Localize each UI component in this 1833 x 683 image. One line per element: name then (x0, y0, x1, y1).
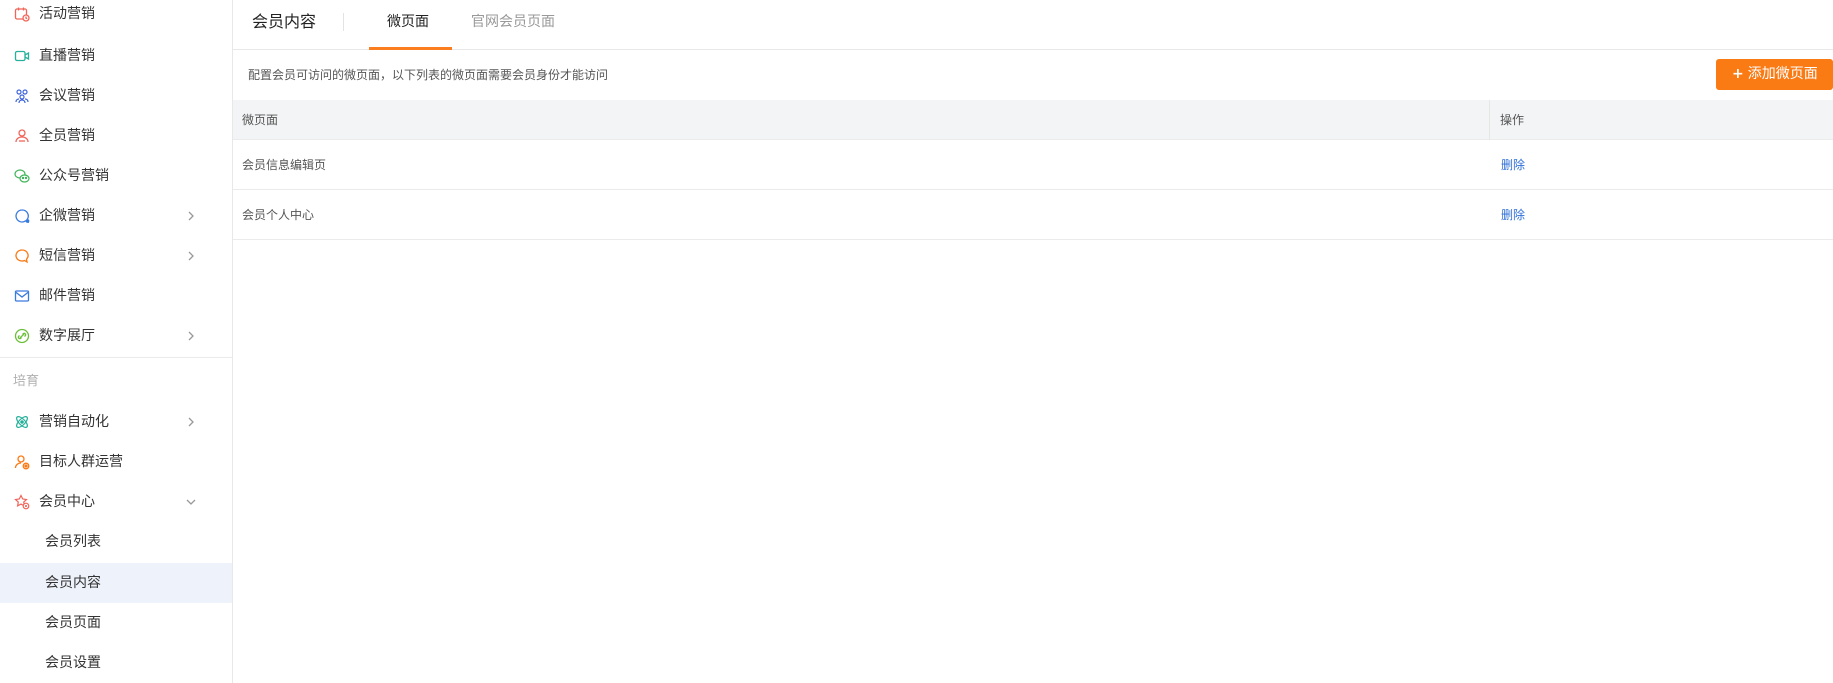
sidebar-item-sms-marketing[interactable]: 短信营销 (0, 236, 232, 276)
sidebar-item-label: 邮件营销 (39, 288, 95, 304)
chevron-right-icon (188, 417, 194, 427)
tab-micro-page[interactable]: 微页面 (387, 13, 429, 31)
main-content: 会员内容 微页面 官网会员页面 配置会员可访问的微页面，以下列表的微页面需要会员… (233, 0, 1833, 683)
sidebar-item-official-account-marketing[interactable]: 公众号营销 (0, 156, 232, 196)
sidebar-subitem-member-settings[interactable]: 会员设置 (0, 643, 232, 683)
chat-bubble-icon (15, 209, 30, 224)
table-header: 微页面 操作 (233, 100, 1833, 140)
add-micro-page-button[interactable]: + 添加微页面 (1716, 59, 1833, 90)
sidebar-item-member-center[interactable]: 会员中心 (0, 482, 232, 522)
sidebar-item-marketing-automation[interactable]: 营销自动化 (0, 402, 232, 442)
sidebar-subitem-member-list[interactable]: 会员列表 (0, 522, 232, 562)
plus-icon: + (1732, 66, 1744, 82)
sidebar-item-label: 目标人群运营 (39, 454, 123, 470)
sidebar-item-email-marketing[interactable]: 邮件营销 (0, 276, 232, 316)
table-row: 会员个人中心 删除 (233, 190, 1833, 240)
sidebar-item-activity-marketing[interactable]: 活动营销 (0, 0, 232, 34)
calendar-icon (14, 7, 30, 22)
chevron-right-icon (188, 251, 194, 261)
sidebar-item-target-audience[interactable]: 目标人群运营 (0, 442, 232, 482)
star-badge-icon (14, 494, 30, 510)
sidebar-item-label: 会员中心 (39, 494, 95, 510)
sidebar-item-all-staff-marketing[interactable]: 全员营销 (0, 116, 232, 156)
sidebar-item-live-marketing[interactable]: 直播营销 (0, 36, 232, 76)
table-row: 会员信息编辑页 删除 (233, 140, 1833, 190)
page-title: 会员内容 (252, 12, 317, 31)
add-button-label: 添加微页面 (1747, 66, 1818, 82)
sidebar-item-digital-hall[interactable]: 数字展厅 (0, 316, 232, 356)
micro-page-name: 会员信息编辑页 (242, 158, 327, 172)
sidebar-subitem-member-pages[interactable]: 会员页面 (0, 603, 232, 643)
page-hint: 配置会员可访问的微页面，以下列表的微页面需要会员身份才能访问 (248, 68, 609, 82)
chevron-right-icon (188, 211, 194, 221)
app-root: 活动营销 直播营销 会议营销 全员营销 公众号营销 企微营销 短信营销 邮件营销… (0, 0, 1833, 683)
title-separator (343, 13, 344, 31)
header-bar: 会员内容 微页面 官网会员页面 (233, 0, 1833, 50)
sidebar: 活动营销 直播营销 会议营销 全员营销 公众号营销 企微营销 短信营销 邮件营销… (0, 0, 233, 683)
chevron-right-icon (188, 331, 194, 341)
message-icon (15, 249, 29, 264)
sidebar-item-label: 数字展厅 (39, 328, 95, 344)
sidebar-item-label: 活动营销 (39, 6, 95, 22)
micro-page-name: 会员个人中心 (242, 208, 315, 222)
sidebar-item-label: 企微营销 (39, 208, 95, 224)
sidebar-item-wecom-marketing[interactable]: 企微营销 (0, 196, 232, 236)
sidebar-subitem-member-content[interactable]: 会员内容 (0, 563, 232, 603)
chevron-down-icon (186, 499, 196, 505)
link-icon (14, 328, 30, 344)
micro-page-table: 微页面 操作 会员信息编辑页 删除 会员个人中心 删除 (233, 100, 1833, 240)
mail-icon (14, 290, 30, 302)
sidebar-group-label: 培育 (13, 374, 40, 389)
column-header-actions: 操作 (1500, 113, 1525, 127)
sidebar-item-label: 直播营销 (39, 48, 95, 64)
sidebar-item-label: 会议营销 (39, 88, 95, 104)
sidebar-item-label: 公众号营销 (39, 168, 109, 184)
target-user-icon (14, 455, 30, 470)
sidebar-subitem-label: 会员内容 (45, 575, 101, 591)
sidebar-subitem-label: 会员列表 (45, 534, 101, 550)
group-icon (15, 89, 29, 104)
sidebar-subitem-label: 会员设置 (45, 655, 101, 671)
users-icon (15, 129, 29, 143)
sidebar-divider (0, 357, 232, 358)
sidebar-item-label: 全员营销 (39, 128, 95, 144)
sidebar-subitem-label: 会员页面 (45, 615, 101, 631)
sidebar-item-meeting-marketing[interactable]: 会议营销 (0, 76, 232, 116)
active-tab-indicator (369, 47, 452, 50)
tab-website-member-page[interactable]: 官网会员页面 (471, 13, 555, 31)
atom-icon (16, 416, 28, 428)
delete-link[interactable]: 删除 (1501, 157, 1525, 173)
sidebar-item-label: 短信营销 (39, 248, 95, 264)
wechat-icon (14, 169, 30, 183)
column-divider (1489, 100, 1490, 140)
column-header-micro-page: 微页面 (242, 113, 279, 127)
sidebar-item-label: 营销自动化 (39, 414, 109, 430)
video-icon (14, 50, 30, 62)
delete-link[interactable]: 删除 (1501, 207, 1525, 223)
